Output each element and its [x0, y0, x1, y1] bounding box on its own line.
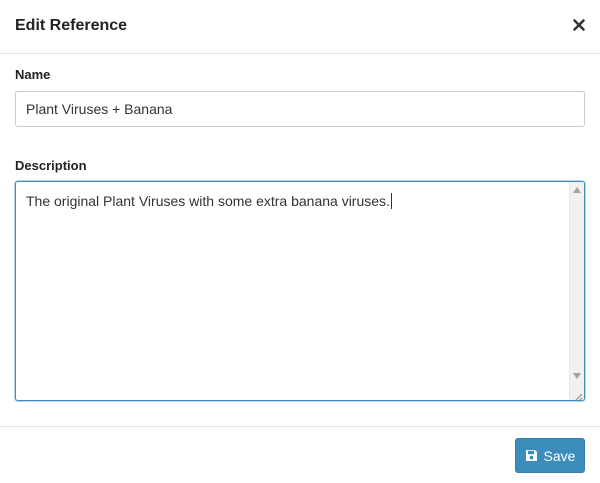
resize-grip-icon[interactable] [573, 389, 583, 400]
close-icon[interactable] [572, 18, 586, 32]
description-label: Description [15, 158, 87, 173]
textarea-scrollbar[interactable] [569, 182, 584, 400]
name-input[interactable] [15, 91, 585, 127]
text-caret [390, 193, 392, 209]
name-label: Name [15, 67, 51, 82]
save-button-label: Save [543, 447, 576, 464]
modal-header: Edit Reference [0, 0, 600, 54]
edit-reference-modal: Edit Reference Name Description The orig… [0, 0, 600, 483]
modal-footer: Save [0, 426, 600, 483]
description-textarea[interactable]: The original Plant Viruses with some ext… [15, 181, 585, 401]
floppy-disk-icon [525, 449, 538, 462]
scroll-up-arrow-icon[interactable] [573, 187, 581, 193]
scroll-down-arrow-icon[interactable] [573, 373, 581, 379]
description-text: The original Plant Viruses with some ext… [26, 193, 392, 209]
modal-title: Edit Reference [15, 17, 128, 34]
save-button[interactable]: Save [515, 438, 585, 473]
